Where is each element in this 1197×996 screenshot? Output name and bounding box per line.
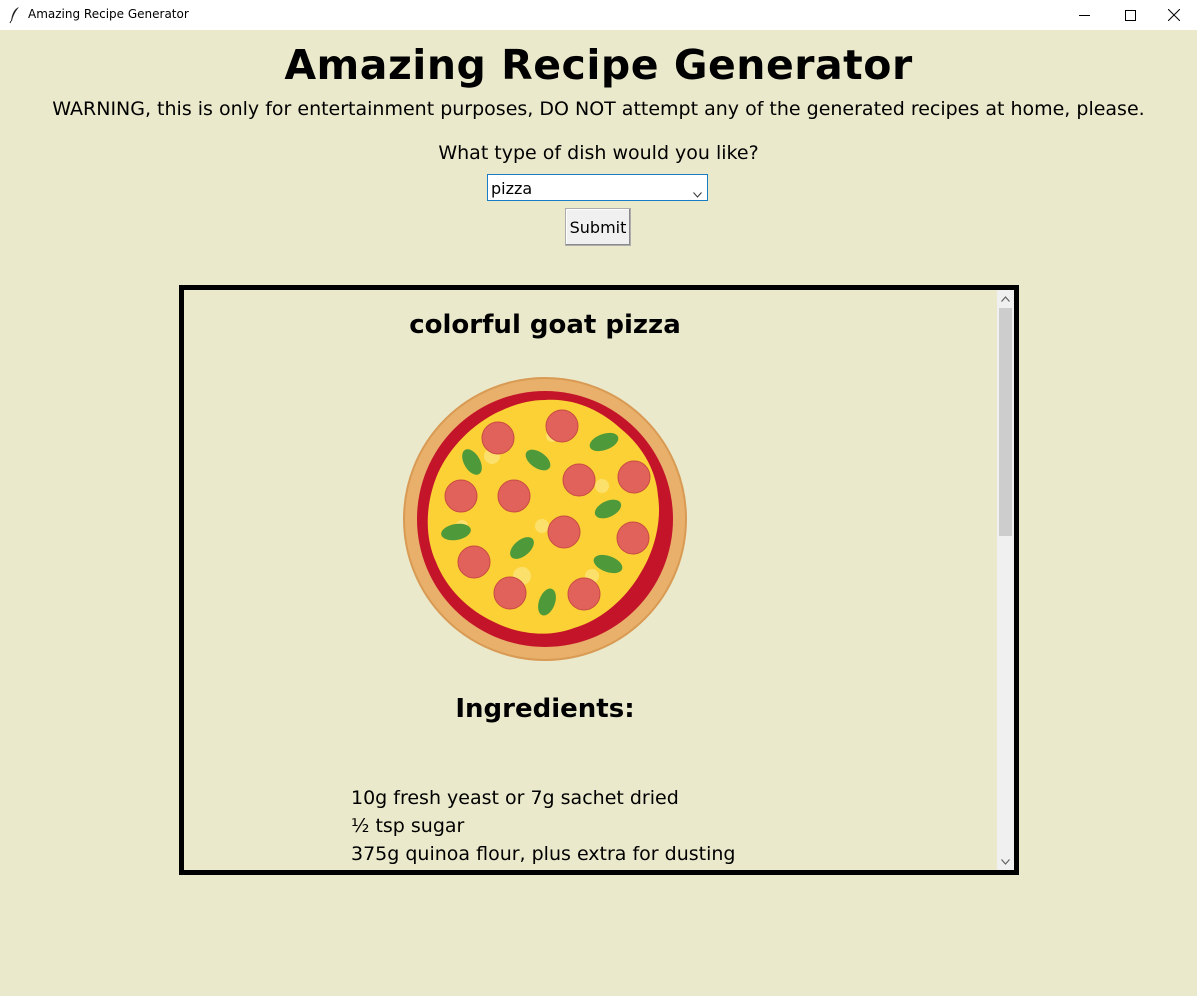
- ingredients-heading: Ingredients:: [455, 694, 635, 724]
- minimize-icon: [1078, 10, 1090, 21]
- chevron-down-icon[interactable]: [693, 183, 702, 202]
- app-content: Amazing Recipe Generator WARNING, this i…: [0, 30, 1197, 996]
- ingredients-list: 10g fresh yeast or 7g sachet dried ½ tsp…: [351, 784, 735, 868]
- close-icon: [1168, 9, 1180, 21]
- recipe-panel: colorful goat pizza Ingredients: 10g fre…: [179, 285, 1019, 875]
- scrollbar-thumb[interactable]: [999, 308, 1012, 536]
- maximize-icon: [1124, 9, 1136, 21]
- minimize-button[interactable]: [1061, 0, 1107, 30]
- recipe-scrollbar[interactable]: [997, 290, 1014, 870]
- maximize-button[interactable]: [1107, 0, 1153, 30]
- warning-text: WARNING, this is only for entertainment …: [52, 98, 1145, 120]
- page-title: Amazing Recipe Generator: [284, 41, 913, 89]
- dish-question-label: What type of dish would you like?: [438, 142, 759, 164]
- dish-type-combobox[interactable]: pizza: [487, 174, 708, 201]
- submit-button[interactable]: Submit: [565, 208, 631, 246]
- ingredient-item: ½ tsp sugar: [351, 815, 465, 837]
- feather-icon: [8, 6, 22, 24]
- dish-type-value: pizza: [491, 179, 533, 198]
- recipe-title: colorful goat pizza: [409, 310, 681, 340]
- scroll-down-icon[interactable]: [997, 853, 1014, 870]
- ingredient-item: 375g quinoa flour, plus extra for dustin…: [351, 843, 736, 865]
- ingredient-item: 10g fresh yeast or 7g sachet dried: [351, 787, 679, 809]
- scroll-up-icon[interactable]: [997, 290, 1014, 307]
- window-titlebar: Amazing Recipe Generator: [0, 0, 1197, 30]
- pizza-illustration: [402, 376, 688, 662]
- close-button[interactable]: [1151, 0, 1197, 30]
- window-title: Amazing Recipe Generator: [28, 7, 189, 21]
